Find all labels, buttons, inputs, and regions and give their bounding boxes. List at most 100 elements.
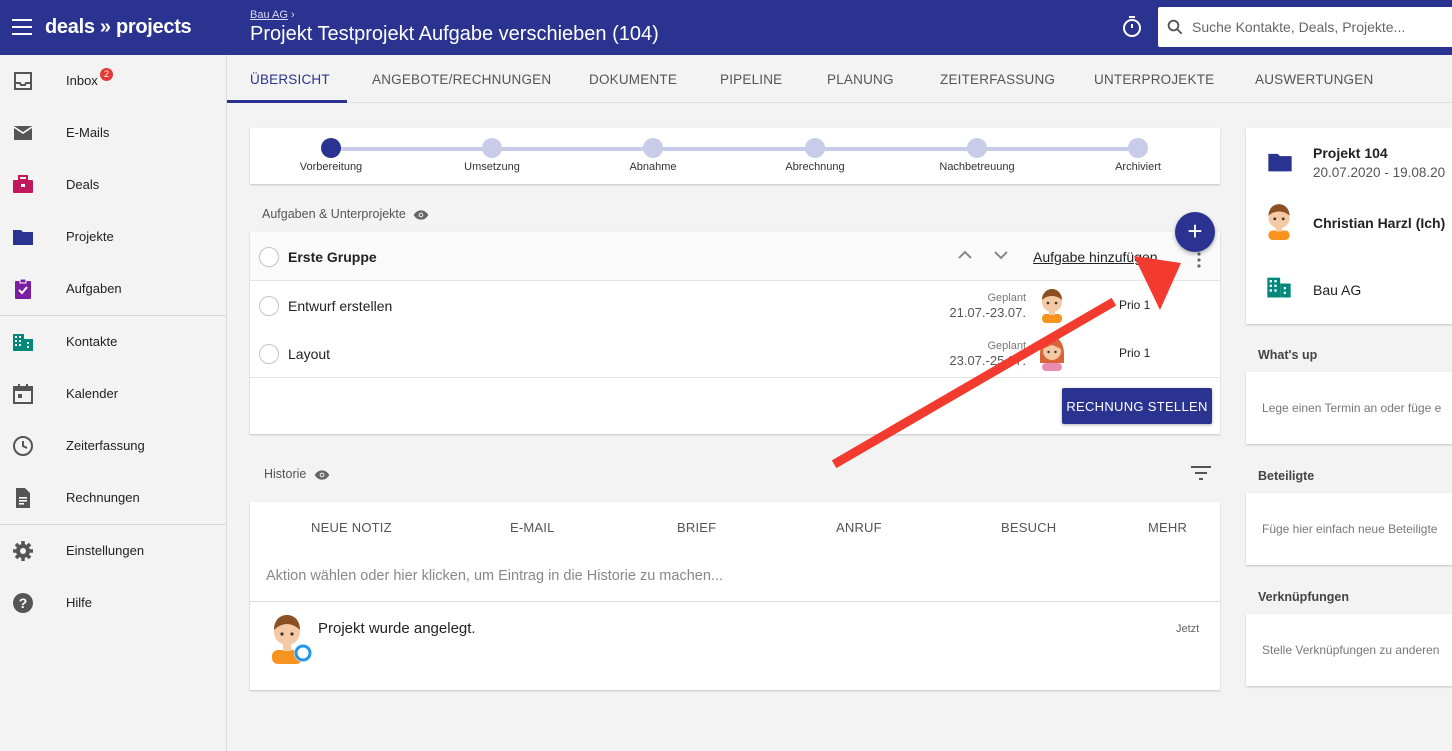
stopwatch-icon[interactable]: [1120, 15, 1144, 39]
chevron-down-icon[interactable]: [993, 249, 1009, 261]
eye-icon[interactable]: [413, 209, 429, 221]
briefcase-icon: [13, 175, 33, 193]
filter-icon[interactable]: [1191, 466, 1211, 480]
history-entry-input[interactable]: Aktion wählen oder hier klicken, um Eint…: [266, 568, 723, 584]
tasks-card: Erste Gruppe Aufgabe hinzufügen Entwurf …: [250, 232, 1220, 434]
owner-avatar[interactable]: [1262, 202, 1296, 240]
history-card: NEUE NOTIZ E-MAIL BRIEF ANRUF BESUCH MEH…: [250, 502, 1220, 690]
verknuepfungen-card[interactable]: Stelle Verknüpfungen zu anderen: [1246, 614, 1452, 686]
history-entry-text: Projekt wurde angelegt.: [318, 620, 476, 637]
tab-auswertungen[interactable]: AUSWERTUNGEN: [1255, 72, 1373, 87]
history-tab-besuch[interactable]: BESUCH: [1001, 520, 1056, 535]
folder-icon: [1268, 153, 1292, 172]
sidebar-item-kalender[interactable]: Kalender: [0, 368, 226, 420]
task-complete-checkbox[interactable]: [259, 344, 279, 364]
sidebar-item-emails[interactable]: E-Mails: [0, 107, 226, 159]
sidebar-item-label: Rechnungen: [66, 490, 140, 505]
sidebar-item-label: Kontakte: [66, 334, 118, 349]
help-icon: ?: [13, 593, 33, 613]
tab-zeiterfassung[interactable]: ZEITERFASSUNG: [940, 72, 1055, 87]
history-user-avatar: [272, 615, 312, 664]
history-tab-anruf[interactable]: ANRUF: [836, 520, 882, 535]
step-label: Umsetzung: [464, 161, 520, 173]
tab-angebote-rechnungen[interactable]: ANGEBOTE/RECHNUNGEN: [372, 72, 551, 87]
task-name: Entwurf erstellen: [288, 298, 393, 314]
step-dot-umsetzung[interactable]: [482, 138, 502, 158]
verknuepfungen-title: Verknüpfungen: [1258, 590, 1349, 604]
step-dot-archiviert[interactable]: [1128, 138, 1148, 158]
planned-dates: 21.07.-23.07.: [949, 305, 1026, 320]
project-owner[interactable]: Christian Harzl (Ich): [1313, 215, 1445, 231]
project-company[interactable]: Bau AG: [1313, 282, 1361, 298]
history-section-header: Historie: [264, 467, 330, 481]
project-info-card: Projekt 104 20.07.2020 - 19.08.20 Christ…: [1246, 128, 1452, 324]
create-invoice-button[interactable]: RECHNUNG STELLEN: [1062, 388, 1212, 424]
breadcrumb-link[interactable]: Bau AG: [250, 9, 288, 21]
assignee-avatar-female[interactable]: [1036, 335, 1068, 371]
sidebar-item-label: Hilfe: [66, 595, 93, 610]
tab-pipeline[interactable]: PIPELINE: [720, 72, 782, 87]
chevron-up-icon[interactable]: [957, 249, 973, 261]
sidebar-item-projekte[interactable]: Projekte: [0, 211, 226, 263]
active-tab-indicator: [227, 100, 347, 103]
whatsup-card[interactable]: Lege einen Termin an oder füge e: [1246, 372, 1452, 444]
step-dot-vorbereitung[interactable]: [321, 138, 341, 158]
sidebar-item-label: Inbox: [66, 73, 98, 88]
sidebar-item-hilfe[interactable]: ? Hilfe: [0, 577, 226, 629]
search-input[interactable]: [1192, 7, 1452, 47]
eye-icon[interactable]: [314, 469, 330, 481]
sidebar-item-label: Projekte: [66, 229, 114, 244]
step-dot-abrechnung[interactable]: [805, 138, 825, 158]
planned-label: Geplant: [987, 292, 1026, 304]
history-tab-neue-notiz[interactable]: NEUE NOTIZ: [311, 520, 392, 535]
history-tab-email[interactable]: E-MAIL: [510, 520, 555, 535]
planned-label: Geplant: [987, 340, 1026, 352]
beteiligte-title: Beteiligte: [1258, 469, 1315, 483]
tab-uebersicht[interactable]: ÜBERSICHT: [250, 72, 330, 87]
sidebar-item-label: Zeiterfassung: [66, 438, 145, 453]
sidebar-item-einstellungen[interactable]: Einstellungen: [0, 525, 226, 577]
history-tab-mehr[interactable]: MEHR: [1148, 520, 1187, 535]
divider: [250, 601, 1220, 602]
sidebar-item-aufgaben[interactable]: Aufgaben: [0, 263, 226, 315]
app-logo[interactable]: deals » projects: [45, 16, 192, 39]
sidebar-item-rechnungen[interactable]: Rechnungen: [0, 472, 226, 524]
task-priority: Prio 1: [1119, 298, 1151, 312]
sidebar-item-label: Aufgaben: [66, 281, 122, 296]
planned-dates: 23.07.-25.07.: [949, 353, 1026, 368]
sidebar-item-deals[interactable]: Deals: [0, 159, 226, 211]
sidebar-item-zeiterfassung[interactable]: Zeiterfassung: [0, 420, 226, 472]
assignee-avatar-male[interactable]: [1036, 287, 1068, 323]
step-dot-nachbetreuung[interactable]: [967, 138, 987, 158]
sidebar-item-inbox[interactable]: Inbox 2: [0, 55, 226, 107]
add-fab-button[interactable]: +: [1175, 212, 1215, 252]
tab-dokumente[interactable]: DOKUMENTE: [589, 72, 677, 87]
sidebar-item-label: E-Mails: [66, 125, 110, 140]
history-tab-brief[interactable]: BRIEF: [677, 520, 716, 535]
task-complete-checkbox[interactable]: [259, 296, 279, 316]
folder-icon: [13, 230, 33, 245]
project-name: Projekt 104: [1313, 145, 1388, 161]
step-label: Abnahme: [629, 161, 677, 173]
mail-icon: [13, 126, 33, 140]
stepper-track: [330, 147, 1138, 151]
beteiligte-card[interactable]: Füge hier einfach neue Beteiligte: [1246, 493, 1452, 565]
group-complete-checkbox[interactable]: [259, 247, 279, 267]
menu-icon[interactable]: [12, 19, 32, 35]
divider: [250, 280, 1220, 281]
clock-icon: [13, 436, 33, 456]
step-label: Abrechnung: [785, 161, 845, 173]
document-icon: [16, 488, 30, 508]
more-vert-icon[interactable]: [1196, 252, 1202, 268]
tab-planung[interactable]: PLANUNG: [827, 72, 894, 87]
svg-text:?: ?: [19, 595, 28, 611]
gear-icon: [13, 541, 33, 561]
sidebar-item-kontakte[interactable]: Kontakte: [0, 316, 226, 368]
step-dot-abnahme[interactable]: [643, 138, 663, 158]
whatsup-title: What's up: [1258, 348, 1318, 362]
tab-unterprojekte[interactable]: UNTERPROJEKTE: [1094, 72, 1214, 87]
task-name: Layout: [288, 346, 331, 362]
breadcrumb: Bau AG ›: [250, 9, 295, 21]
sidebar-item-label: Einstellungen: [66, 543, 145, 558]
add-task-link[interactable]: Aufgabe hinzufügen: [1033, 249, 1158, 265]
